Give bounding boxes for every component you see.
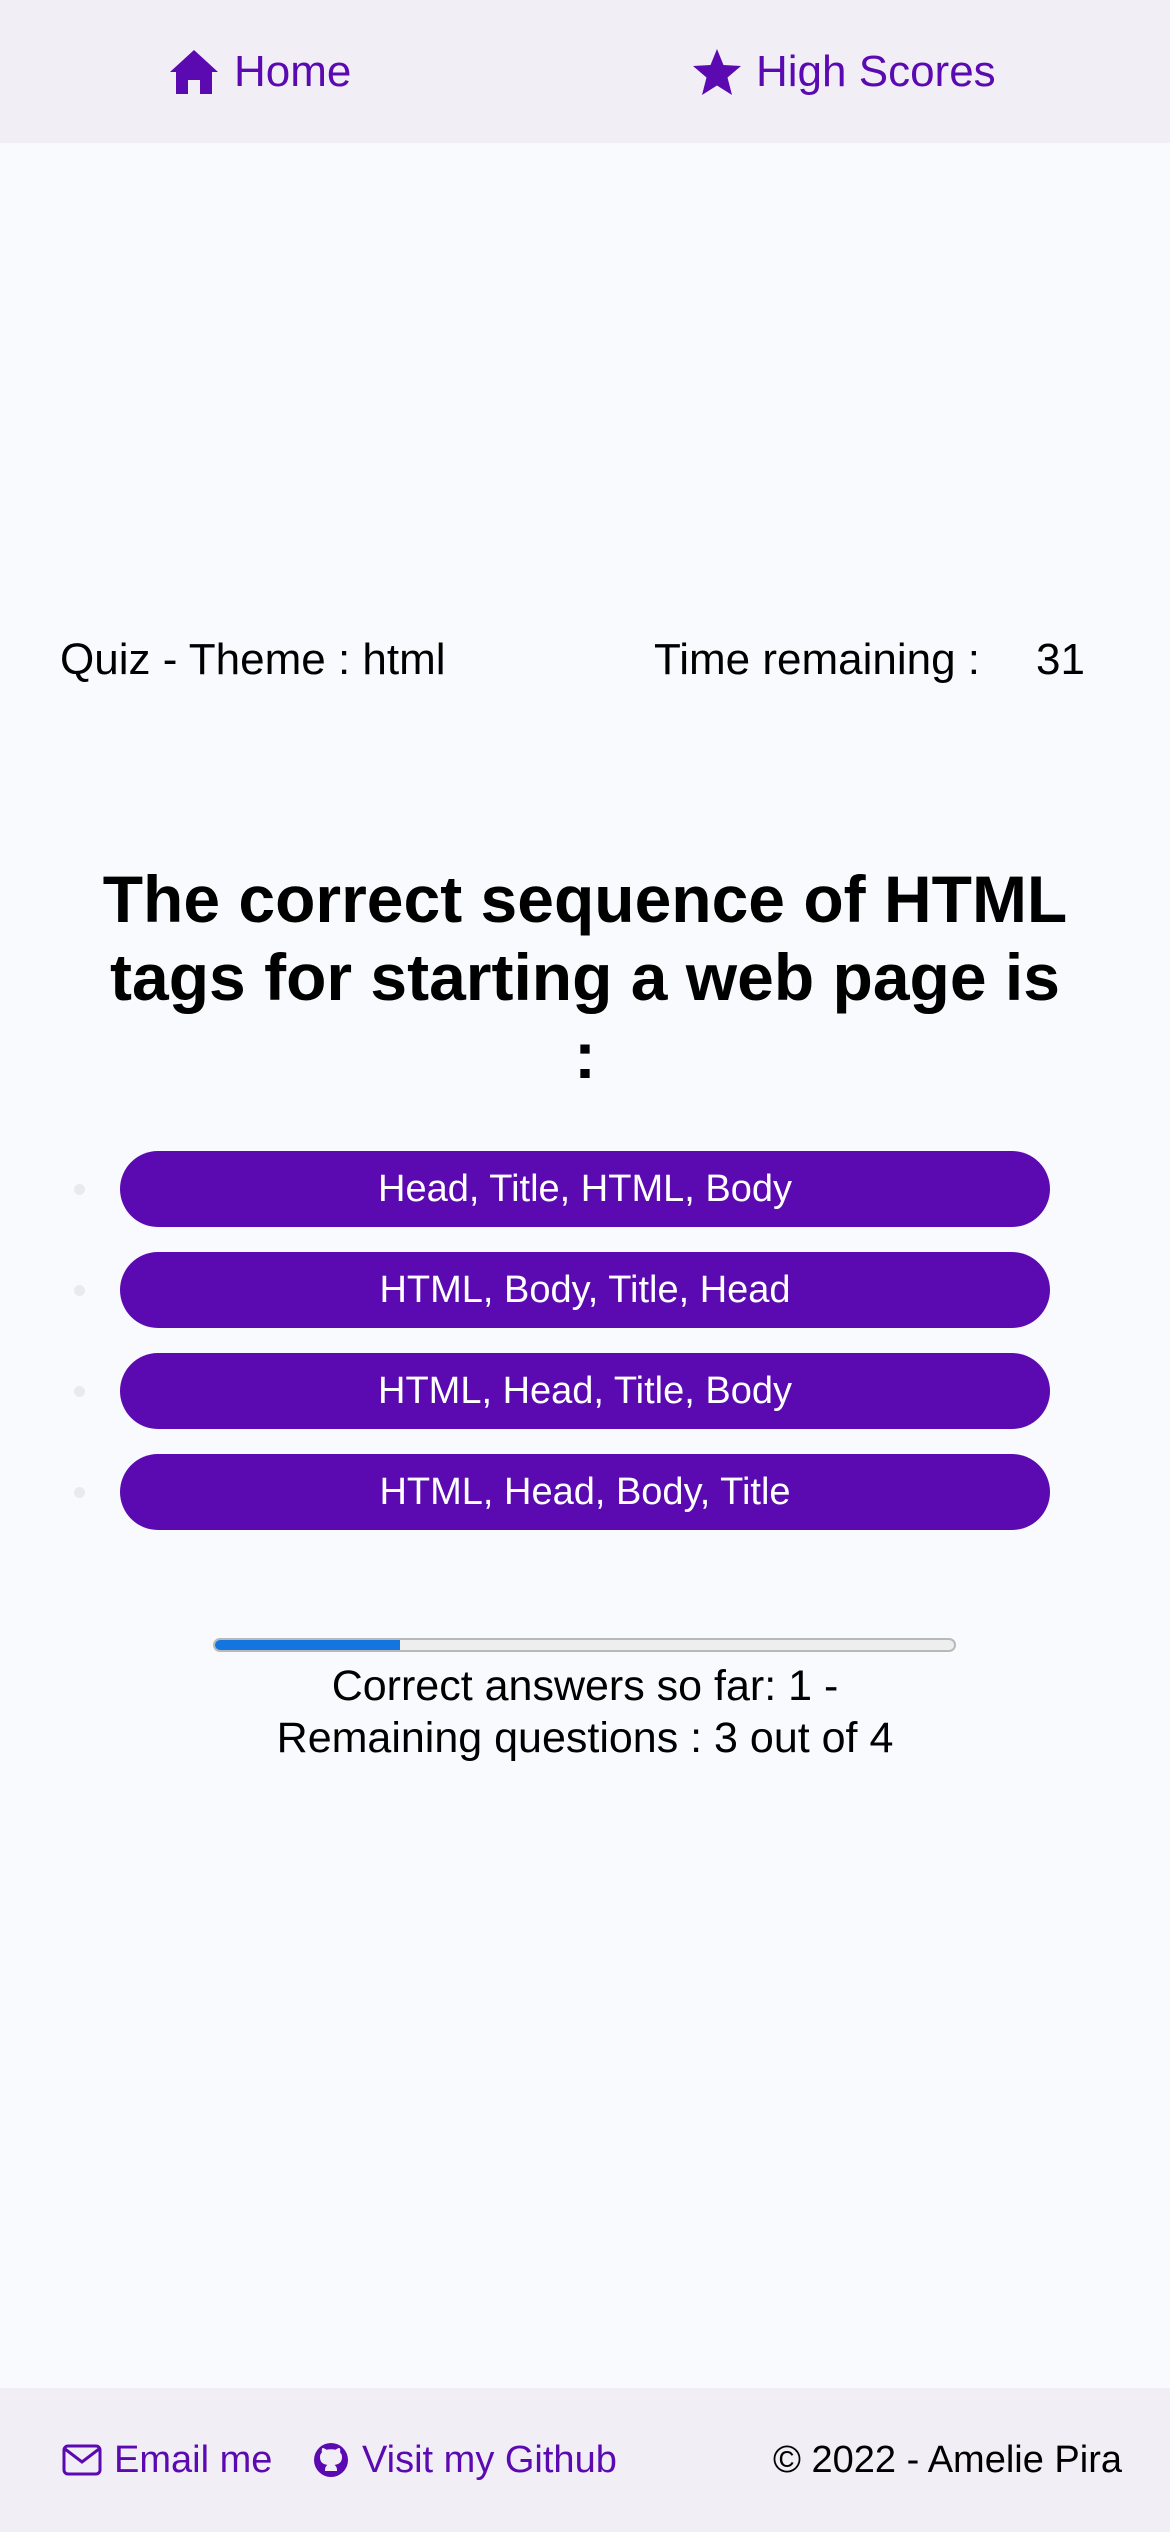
progress-bar xyxy=(213,1638,956,1652)
list-bullet xyxy=(74,1487,85,1498)
progress-bar-fill xyxy=(215,1640,400,1650)
answer-button-3[interactable]: HTML, Head, Title, Body xyxy=(120,1353,1050,1429)
list-item: HTML, Body, Title, Head xyxy=(0,1252,1170,1328)
email-label: Email me xyxy=(114,2438,273,2481)
github-icon xyxy=(314,2443,348,2477)
question-text: The correct sequence of HTML tags for st… xyxy=(102,862,1068,1092)
copyright-text: © 2022 - Amelie Pira xyxy=(772,2438,1122,2481)
star-icon xyxy=(693,48,741,95)
nav-home-link[interactable]: Home xyxy=(168,0,351,143)
list-bullet xyxy=(74,1184,85,1195)
nav-high-scores-link[interactable]: High Scores xyxy=(692,0,996,143)
footer: Email me Visit my Github © 2022 - Amelie… xyxy=(0,2388,1170,2532)
answer-button-1[interactable]: Head, Title, HTML, Body xyxy=(120,1151,1050,1227)
answer-button-4[interactable]: HTML, Head, Body, Title xyxy=(120,1454,1050,1530)
quiz-page: Home High Scores Quiz - Theme : html Tim… xyxy=(0,0,1170,2532)
list-bullet xyxy=(74,1386,85,1397)
top-nav: Home High Scores xyxy=(0,0,1170,143)
list-item: Head, Title, HTML, Body xyxy=(0,1151,1170,1227)
quiz-theme: Quiz - Theme : html xyxy=(60,635,446,684)
answer-list: Head, Title, HTML, Body HTML, Body, Titl… xyxy=(0,1151,1170,1555)
list-bullet xyxy=(74,1285,85,1296)
nav-home-label: Home xyxy=(234,46,352,96)
timer-value: 31 xyxy=(1036,635,1085,684)
github-label: Visit my Github xyxy=(362,2438,617,2481)
home-icon xyxy=(170,49,218,94)
time-remaining-label: Time remaining : xyxy=(654,635,981,684)
remaining-questions-text: Remaining questions : 3 out of 4 xyxy=(276,1714,894,1762)
envelope-icon xyxy=(62,2444,102,2476)
github-link[interactable]: Visit my Github xyxy=(312,2388,617,2532)
correct-answers-text: Correct answers so far: 1 - xyxy=(331,1662,839,1710)
email-link[interactable]: Email me xyxy=(62,2388,272,2532)
list-item: HTML, Head, Title, Body xyxy=(0,1353,1170,1429)
list-item: HTML, Head, Body, Title xyxy=(0,1454,1170,1530)
nav-high-scores-label: High Scores xyxy=(756,46,996,96)
progress-summary: Correct answers so far: 1 - Remaining qu… xyxy=(0,1660,1170,1764)
answer-button-2[interactable]: HTML, Body, Title, Head xyxy=(120,1252,1050,1328)
